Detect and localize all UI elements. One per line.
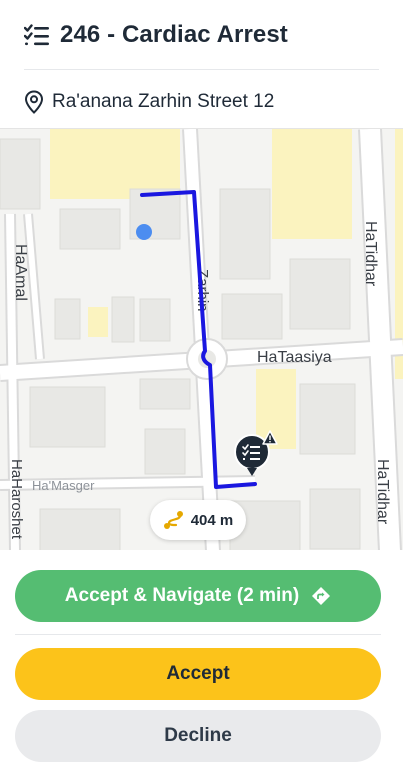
- accept-button[interactable]: Accept: [15, 648, 381, 700]
- route-map[interactable]: Zarhin HaTaasiya HaTidhar HaTidhar HaAma…: [0, 128, 403, 550]
- accept-and-navigate-label: Accept & Navigate (2 min): [64, 585, 300, 606]
- address-text: Ra'anana Zarhin Street 12: [52, 91, 275, 112]
- header-divider: [24, 69, 379, 70]
- directions-icon: [312, 587, 331, 605]
- incident-title: 246 - Cardiac Arrest: [60, 21, 288, 48]
- location-pin-icon: [24, 90, 44, 114]
- decline-button[interactable]: Decline: [15, 710, 381, 762]
- street-label-hatidhar-bottom: HaTidhar: [374, 459, 391, 525]
- route-distance-text: 404 m: [190, 511, 234, 529]
- incident-address: Ra'anana Zarhin Street 12: [0, 78, 403, 126]
- user-location-dot: [136, 224, 152, 240]
- map-canvas: Zarhin HaTaasiya HaTidhar HaTidhar HaAma…: [0, 129, 403, 550]
- accept-label: Accept: [166, 663, 230, 684]
- street-label-hamasger: Ha'Masger: [32, 478, 95, 493]
- accept-and-navigate-button[interactable]: Accept & Navigate (2 min): [15, 570, 381, 622]
- route-icon: [163, 511, 183, 529]
- street-label-hatidhar-top: HaTidhar: [362, 221, 379, 287]
- incident-header: 246 - Cardiac Arrest: [0, 0, 403, 70]
- street-label-hataasiya: HaTaasiya: [257, 349, 332, 366]
- street-label-haharoshet: HaHaroshet: [8, 459, 25, 540]
- incident-marker-icon[interactable]: [234, 430, 278, 476]
- decline-label: Decline: [164, 725, 232, 746]
- route-distance-badge: 404 m: [150, 500, 246, 540]
- checklist-icon: [24, 24, 49, 46]
- actions-divider: [15, 634, 381, 635]
- street-label-haamal: HaAmal: [12, 244, 29, 301]
